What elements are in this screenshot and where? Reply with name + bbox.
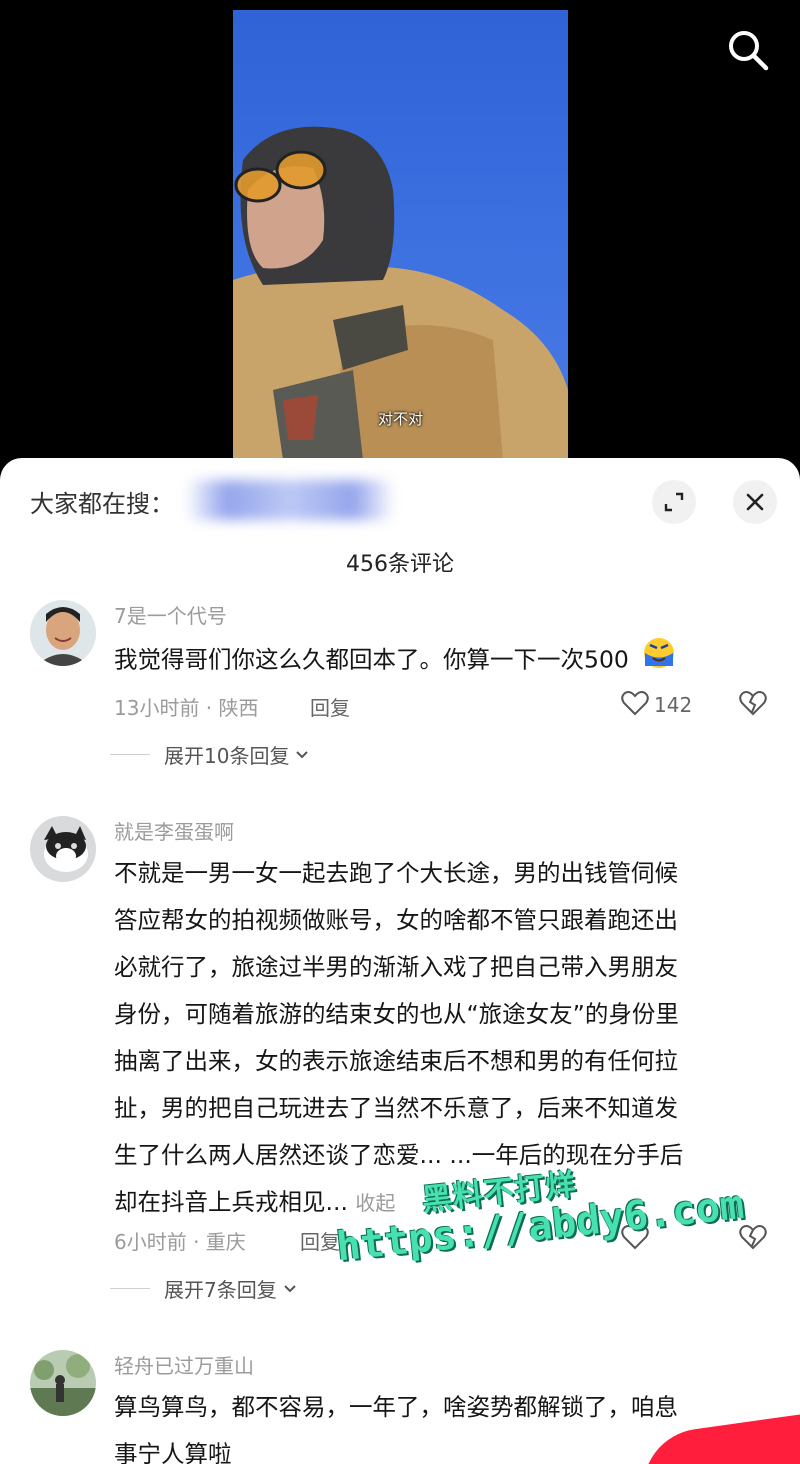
like-count: 142 bbox=[654, 693, 693, 717]
comment-text-line: 却在抖音上兵戎相见... bbox=[114, 1188, 348, 1216]
crying-laugh-emoji-icon bbox=[642, 636, 676, 686]
comment-time-location: 6小时前 · 重庆 bbox=[114, 1230, 246, 1254]
video-player[interactable]: 对不对 bbox=[0, 0, 800, 470]
trending-search-label[interactable]: 大家都在搜： bbox=[30, 484, 174, 519]
expand-replies-label: 展开7条回复 bbox=[164, 1278, 277, 1302]
reply-button[interactable]: 回复 bbox=[310, 692, 350, 721]
comment-time-location: 13小时前 · 陕西 bbox=[114, 696, 259, 720]
comment-panel: 大家都在搜： 456条评论 7是一个代号 我觉得哥们你这么久都回本了。你算一下一… bbox=[0, 458, 800, 1464]
avatar[interactable] bbox=[30, 1350, 96, 1416]
video-frame[interactable]: 对不对 bbox=[233, 10, 568, 460]
divider bbox=[110, 1288, 150, 1289]
dislike-button[interactable] bbox=[738, 688, 768, 722]
search-icon[interactable] bbox=[724, 26, 772, 74]
heart-icon bbox=[620, 688, 650, 722]
video-person-illustration bbox=[233, 126, 568, 460]
comment-text-line: 抽离了出来，女的表示旅途结束后不想和男的有任何拉 bbox=[114, 1047, 678, 1075]
broken-heart-icon bbox=[739, 691, 767, 716]
close-icon[interactable] bbox=[733, 480, 777, 524]
comment-username[interactable]: 7是一个代号 bbox=[114, 600, 227, 629]
comment-username[interactable]: 就是李蛋蛋啊 bbox=[114, 816, 234, 845]
comment-username[interactable]: 轻舟已过万重山 bbox=[114, 1350, 254, 1379]
comment-count: 456条评论 bbox=[346, 552, 454, 577]
comment-text-content: 我觉得哥们你这么久都回本了。你算一下一次500 bbox=[114, 645, 629, 674]
comment-text-line: 不就是一男一女一起去跑了个大长途，男的出钱管伺候 bbox=[114, 859, 678, 887]
comment-text-line: 扯，男的把自己玩进去了当然不乐意了，后来不知道发 bbox=[114, 1094, 678, 1122]
video-subtitle: 对不对 bbox=[377, 410, 423, 428]
chevron-down-icon bbox=[284, 1284, 296, 1292]
blurred-search-term[interactable] bbox=[185, 480, 395, 520]
expand-replies-button[interactable]: 展开7条回复 bbox=[110, 1274, 299, 1303]
comment-text: 我觉得哥们你这么久都回本了。你算一下一次500 bbox=[114, 636, 774, 686]
avatar[interactable] bbox=[30, 600, 96, 666]
comment-text-line: 身份，可随着旅游的结束女的也从“旅途女友”的身份里 bbox=[114, 1000, 679, 1028]
chevron-down-icon bbox=[296, 750, 309, 758]
comment-text-line: 必就行了，旅途过半男的渐渐入戏了把自己带入男朋友 bbox=[114, 953, 678, 981]
comment-text-line: 算鸟算鸟，都不容易，一年了，啥姿势都解锁了，咱息 bbox=[114, 1393, 678, 1421]
expand-replies-button[interactable]: 展开10条回复 bbox=[110, 740, 311, 769]
comment-text-line: 答应帮女的拍视频做账号，女的啥都不管只跟着跑还出 bbox=[114, 906, 678, 934]
expand-icon[interactable] bbox=[652, 480, 696, 524]
divider bbox=[110, 754, 150, 755]
expand-replies-label: 展开10条回复 bbox=[164, 744, 290, 768]
avatar[interactable] bbox=[30, 816, 96, 882]
like-button[interactable]: 142 bbox=[620, 688, 692, 722]
